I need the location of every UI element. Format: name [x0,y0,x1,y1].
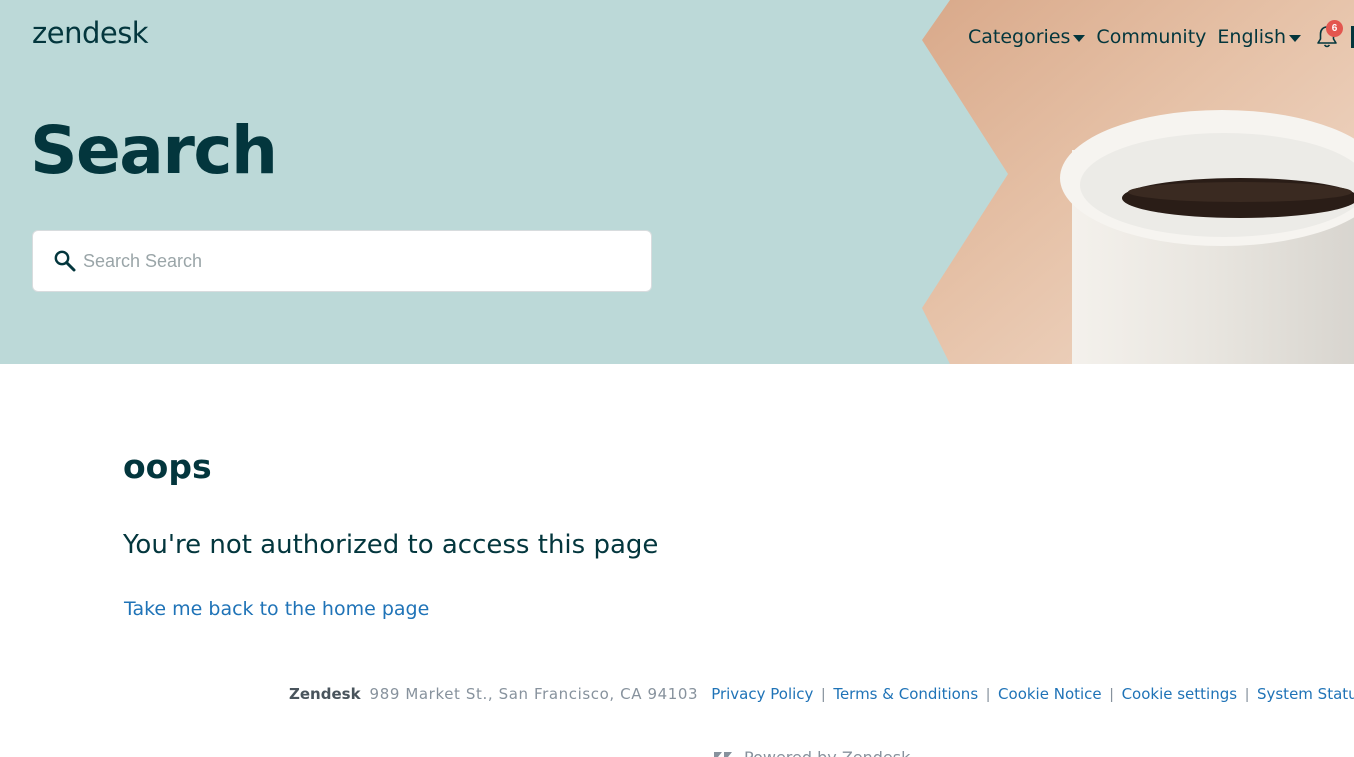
nav-categories-label: Categories [968,26,1071,48]
nav-language-label: English [1217,26,1286,48]
nav-language[interactable]: English [1217,26,1301,48]
nav-community[interactable]: Community [1096,26,1206,48]
footer-separator: | [821,685,826,703]
error-heading: oops [123,447,212,486]
footer-separator: | [986,685,991,703]
chevron-down-icon [1073,34,1086,42]
footer-address: 989 Market St., San Francisco, CA 94103 [369,685,699,703]
footer-separator: | [1245,685,1249,703]
coffee-cup-image [922,0,1354,364]
powered-by-label: Powered by Zendesk [744,748,910,757]
zendesk-mark-icon [714,751,732,757]
search-box [32,230,652,292]
notification-badge: 6 [1326,20,1343,37]
nav-categories[interactable]: Categories [968,26,1086,48]
page-title: Search [30,112,278,189]
nav-community-label: Community [1096,26,1207,48]
top-nav: Categories Community English [968,24,1312,50]
search-icon [54,250,76,272]
privacy-policy-link[interactable]: Privacy Policy [711,685,813,703]
system-status-link[interactable]: System Status [1257,685,1354,703]
footer: Zendesk 989 Market St., San Francisco, C… [289,685,1354,703]
search-input[interactable] [83,231,643,291]
cookie-notice-link[interactable]: Cookie Notice [998,685,1102,703]
terms-link[interactable]: Terms & Conditions [833,685,978,703]
zendesk-logo[interactable]: zendesk [32,16,149,50]
footer-separator: | [1109,685,1114,703]
error-message: You're not authorized to access this pag… [123,530,659,560]
hero-banner: zendesk Categories Community English 6 S… [0,0,1354,364]
home-page-link[interactable]: Take me back to the home page [124,598,429,620]
powered-by[interactable]: Powered by Zendesk [714,748,910,757]
footer-brand: Zendesk [289,685,361,703]
chevron-down-icon [1289,34,1301,42]
cookie-settings-link[interactable]: Cookie settings [1122,685,1238,703]
